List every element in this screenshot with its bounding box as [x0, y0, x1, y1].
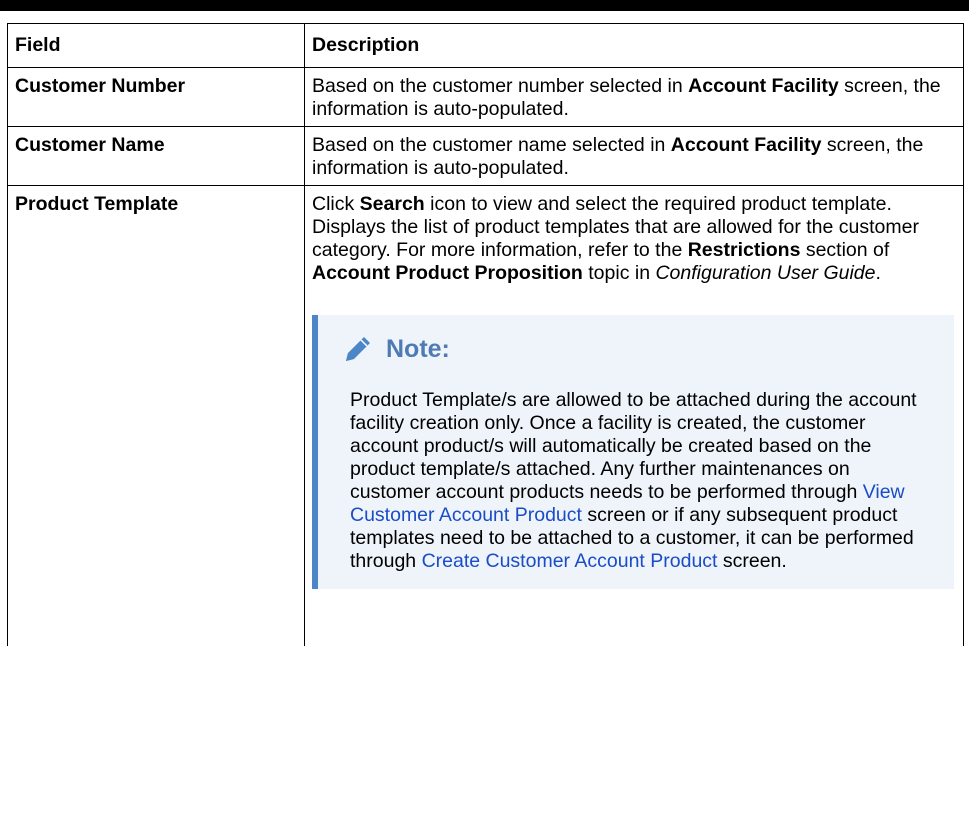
- table-row: Customer Number Based on the customer nu…: [7, 67, 964, 127]
- desc-text: section of: [800, 239, 890, 261]
- table-header-row: Field Description: [7, 23, 964, 68]
- row-spacer: [312, 589, 956, 641]
- product-template-description: Click Search icon to view and select the…: [312, 193, 956, 285]
- field-customer-number: Customer Number: [7, 67, 305, 127]
- note-text: screen.: [717, 550, 787, 572]
- desc-bold: Restrictions: [687, 239, 801, 261]
- note-body: Product Template/s are allowed to be att…: [340, 389, 934, 573]
- note-text: Product Template/s are allowed to be att…: [350, 389, 917, 503]
- create-customer-account-product-link[interactable]: Create Customer Account Product: [422, 550, 718, 572]
- desc-text: Based on the customer name selected in: [312, 134, 671, 156]
- desc-text: topic in: [582, 262, 656, 284]
- desc-text: Click: [312, 193, 360, 215]
- desc-italic: Configuration User Guide: [655, 262, 876, 284]
- field-customer-name: Customer Name: [7, 126, 305, 186]
- header-description: Description: [304, 23, 964, 68]
- pencil-icon: [340, 331, 376, 367]
- desc-text: Based on the customer number selected in: [312, 75, 689, 97]
- desc-bold: Account Facility: [670, 134, 822, 156]
- desc-bold: Search: [359, 193, 425, 215]
- desc-bold: Account Product Proposition: [312, 262, 583, 284]
- header-field: Field: [7, 23, 305, 68]
- note-title: Note:: [386, 334, 450, 363]
- field-product-template: Product Template: [7, 185, 305, 646]
- desc-bold: Account Facility: [688, 75, 839, 97]
- desc-text: .: [875, 262, 881, 284]
- document-page: Field Description Customer Number Based …: [0, 0, 969, 828]
- description-customer-number: Based on the customer number selected in…: [304, 67, 964, 127]
- top-rule: [0, 0, 969, 11]
- table-row: Product Template Click Search icon to vi…: [7, 185, 964, 646]
- table-row: Customer Name Based on the customer name…: [7, 126, 964, 186]
- note-header: Note:: [340, 331, 934, 367]
- description-product-template: Click Search icon to view and select the…: [304, 185, 964, 646]
- note-box: Note: Product Template/s are allowed to …: [312, 315, 954, 589]
- field-description-table: Field Description Customer Number Based …: [7, 23, 964, 646]
- description-customer-name: Based on the customer name selected in A…: [304, 126, 964, 186]
